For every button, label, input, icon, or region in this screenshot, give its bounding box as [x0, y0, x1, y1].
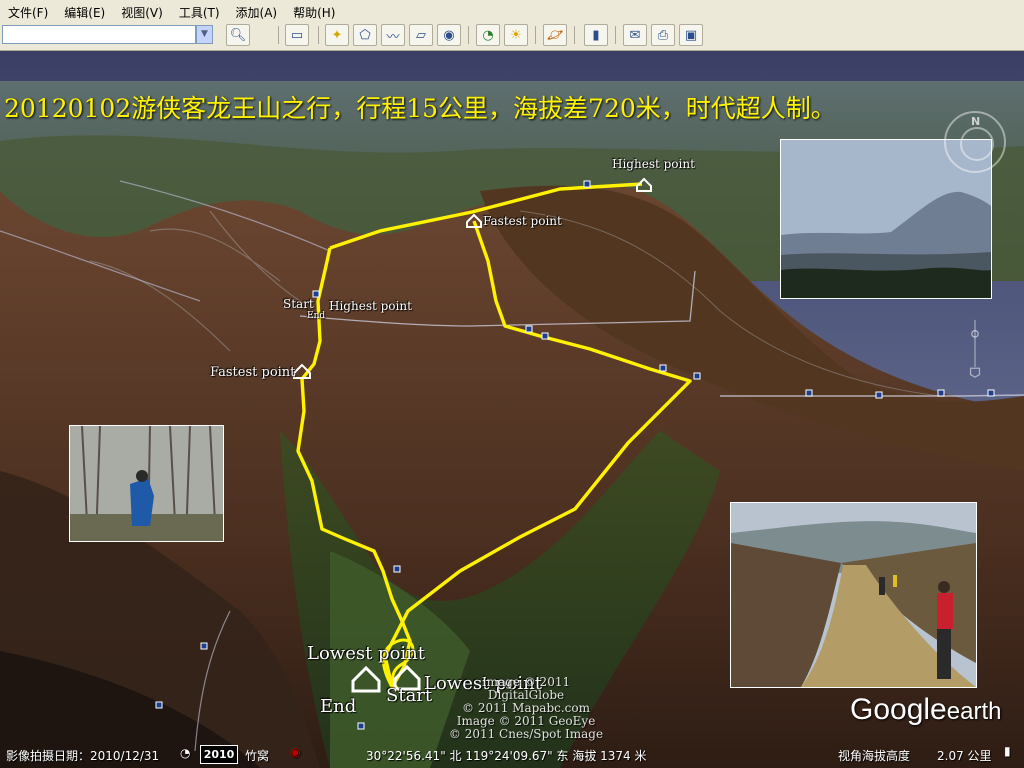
search-icon: 🔍︎ [229, 27, 247, 43]
logo-google-text: Google [850, 693, 947, 726]
navigation-compass[interactable]: N [944, 111, 1006, 173]
add-placemark-button[interactable]: ✦ [325, 24, 349, 46]
credit-line: Image © 2011 DigitalGlobe [481, 675, 571, 702]
print-icon: ⎙ [657, 27, 669, 43]
placemark-icon: ✦ [331, 27, 343, 43]
ruler-button[interactable]: ▮ [584, 24, 608, 46]
zoom-slider[interactable] [968, 301, 982, 396]
historical-imagery-button[interactable]: ◔ [476, 24, 500, 46]
chevron-down-icon: ▼ [201, 29, 208, 39]
menu-file[interactable]: 文件(F) [0, 0, 56, 22]
map-title: 20120102游侠客龙王山之行，行程15公里，海拔差720米，时代超人制。 [4, 94, 836, 123]
streaming-indicator-icon: ▮ [1004, 744, 1011, 758]
email-icon: ✉ [629, 27, 641, 43]
path-icon: 〰 [386, 29, 400, 45]
label-fastest-point-left[interactable]: Fastest point [210, 365, 295, 380]
toolbar: ▼ 🔍︎ ▭ ✦ ⬠ 〰 ▱ ◉ ◔ ☀ 🪐︎ ▮ ✉ ⎙ ▣ [0, 22, 1024, 51]
cursor-coordinates: 30°22'56.41" 北 119°24'09.67" 东 海拔 1374 米 [366, 749, 647, 763]
record-tour-button[interactable]: ◉ [437, 24, 461, 46]
label-highest-point-top[interactable]: Highest point [612, 157, 695, 171]
overlay-icon: ▱ [416, 27, 426, 43]
toolbar-separator [615, 26, 616, 44]
label-lowest-point[interactable]: Lowest point [307, 643, 425, 664]
eye-altitude-value: 2.07 公里 [937, 749, 992, 763]
save-image-button[interactable]: ▣ [679, 24, 703, 46]
photo-hiker-forest[interactable] [69, 425, 224, 542]
toolbar-separator [535, 26, 536, 44]
sidebar-icon: ▭ [290, 27, 304, 43]
trail-photo-image [731, 503, 976, 687]
label-fastest-point-top[interactable]: Fastest point [483, 214, 562, 228]
historical-clock-icon[interactable]: ◔ [180, 746, 190, 760]
menu-help[interactable]: 帮助(H) [285, 0, 343, 22]
search-input[interactable] [2, 25, 196, 44]
menu-tools[interactable]: 工具(T) [171, 0, 228, 22]
google-earth-logo: Googleearth [850, 693, 1001, 727]
add-polygon-button[interactable]: ⬠ [353, 24, 377, 46]
sidebar-toggle-button[interactable]: ▭ [285, 24, 309, 46]
search-dropdown-button[interactable]: ▼ [196, 25, 213, 44]
imagery-credits: Image © 2011 DigitalGlobe © 2011 Mapabc.… [446, 676, 606, 741]
record-dot-icon: ◉ [290, 745, 301, 759]
menu-add[interactable]: 添加(A) [228, 0, 286, 22]
menu-bar: 文件(F) 编辑(E) 视图(V) 工具(T) 添加(A) 帮助(H) [0, 0, 1024, 23]
label-highest-point-mid[interactable]: Highest point [329, 299, 412, 313]
imagery-date: 影像拍摄日期：2010/12/31 [6, 749, 160, 763]
photo-group-trail[interactable] [730, 502, 977, 688]
logo-earth-text: earth [946, 698, 1002, 725]
planets-button[interactable]: 🪐︎ [543, 24, 567, 46]
menu-view[interactable]: 视图(V) [113, 0, 171, 22]
eye-altitude-label: 视角海拔高度 [838, 749, 911, 763]
look-joystick[interactable] [960, 127, 994, 161]
toolbar-separator [468, 26, 469, 44]
add-path-button[interactable]: 〰 [381, 24, 405, 46]
toolbar-separator [278, 26, 279, 44]
sunlight-button[interactable]: ☀ [504, 24, 528, 46]
map-viewport[interactable]: 20120102游侠客龙王山之行，行程15公里，海拔差720米，时代超人制。 H… [0, 51, 1024, 768]
add-overlay-button[interactable]: ▱ [409, 24, 433, 46]
ruler-icon: ▮ [592, 27, 600, 43]
toolbar-separator [574, 26, 575, 44]
search-button[interactable]: 🔍︎ [226, 24, 250, 46]
label-start-mid[interactable]: Start [283, 297, 314, 311]
print-button[interactable]: ⎙ [651, 24, 675, 46]
planets-icon: 🪐︎ [546, 27, 564, 43]
imagery-year-badge[interactable]: 2010 [200, 745, 238, 764]
place-name-partial: 竹窝 [245, 749, 270, 763]
menu-edit[interactable]: 编辑(E) [56, 0, 113, 22]
polygon-icon: ⬠ [359, 27, 371, 43]
save-image-icon: ▣ [684, 27, 698, 43]
sunlight-icon: ☀ [510, 27, 522, 43]
status-bar: 影像拍摄日期：2010/12/31 ◔ 竹窝 ◉ 30°22'56.41" 北 … [0, 740, 1024, 768]
historical-imagery-icon: ◔ [482, 27, 494, 43]
hiker-photo-image [70, 426, 223, 541]
label-end[interactable]: End [320, 696, 356, 717]
toolbar-separator [318, 26, 319, 44]
label-end-mid[interactable]: End [307, 311, 325, 321]
tour-icon: ◉ [443, 27, 455, 43]
email-button[interactable]: ✉ [623, 24, 647, 46]
